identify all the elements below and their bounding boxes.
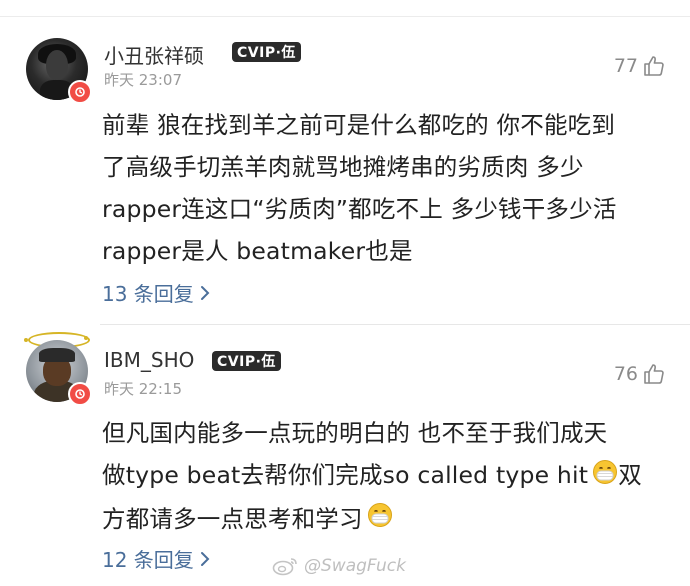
comment-line-text: 做type beat去帮你们完成so called type hit: [102, 461, 589, 489]
like-count: 76: [613, 363, 638, 385]
like-button[interactable]: 77: [614, 54, 666, 78]
avatar[interactable]: [24, 332, 92, 406]
like-button[interactable]: 76: [614, 362, 666, 386]
username[interactable]: 小丑张祥硕: [104, 40, 204, 69]
comment-divider: [100, 324, 690, 325]
comment-line-tail: 双: [618, 461, 642, 489]
replies-link[interactable]: 12 条回复: [102, 544, 210, 573]
comment-line: 但凡国内能多一点玩的明白的 也不至于我们成天: [102, 419, 608, 447]
timestamp: 昨天 23:07: [104, 71, 182, 89]
comment-line: rapper连这口“劣质肉”都吃不上 多少钱干多少活: [102, 195, 617, 223]
replies-label: 13 条回复: [102, 282, 194, 306]
watermark: @SwagFuck: [272, 556, 406, 576]
like-count: 77: [613, 55, 638, 77]
replies-label: 12 条回复: [102, 548, 194, 572]
comment-text: 但凡国内能多一点玩的明白的 也不至于我们成天 做type beat去帮你们完成s…: [102, 412, 672, 541]
vip-badge: CVIP·伍: [232, 42, 301, 62]
comment-line: rapper是人 beatmaker也是: [102, 237, 413, 265]
username[interactable]: IBM_SHO: [104, 348, 194, 372]
comment-line: 前辈 狼在找到羊之前可是什么都吃的 你不能吃到: [102, 111, 616, 139]
weibo-logo-icon: [272, 558, 297, 576]
verified-badge-icon: [68, 80, 92, 104]
thumbs-up-icon: [644, 364, 664, 384]
watermark-text: @SwagFuck: [304, 556, 406, 576]
comment-line: 了高级手切羔羊肉就骂地摊烤串的劣质肉 多少: [102, 153, 584, 181]
comment-line: 做type beat去帮你们完成so called type hit 双: [102, 454, 672, 498]
avatar[interactable]: [26, 38, 92, 104]
comment-line-text: 方都请多一点思考和学习: [102, 504, 363, 533]
top-divider: [0, 16, 690, 17]
thumbs-up-icon: [644, 56, 664, 76]
comment-text: 前辈 狼在找到羊之前可是什么都吃的 你不能吃到 了高级手切羔羊肉就骂地摊烤串的劣…: [102, 104, 672, 272]
mask-emoji-icon: [367, 499, 393, 541]
timestamp: 昨天 22:15: [104, 380, 182, 398]
comment-line: 方都请多一点思考和学习: [102, 498, 672, 542]
chevron-right-icon: [200, 551, 210, 566]
chevron-right-icon: [200, 285, 210, 300]
verified-badge-icon: [68, 382, 92, 406]
mask-emoji-icon: [592, 456, 618, 498]
replies-link[interactable]: 13 条回复: [102, 278, 210, 307]
vip-badge: CVIP·伍: [212, 351, 281, 371]
